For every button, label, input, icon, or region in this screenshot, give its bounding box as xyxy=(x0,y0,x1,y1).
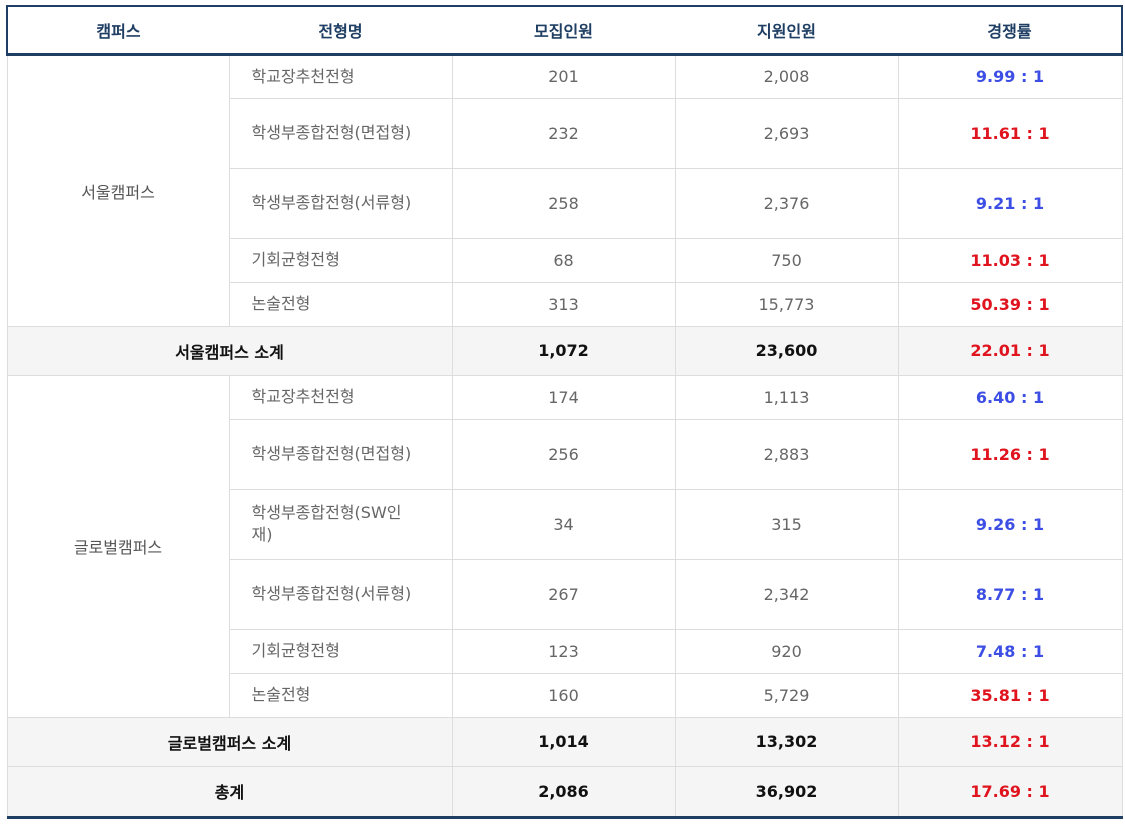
table-header-row: 캠퍼스 전형명 모집인원 지원인원 경쟁률 xyxy=(6,5,1123,56)
track-name: 학생부종합전형(SW인재) xyxy=(228,488,453,560)
track-name: 학교장추천전형 xyxy=(228,374,453,420)
subtotal-applicants: 13,302 xyxy=(674,716,899,767)
campus-name-global: 글로벌캠퍼스 xyxy=(6,374,230,718)
ratio-value: 7.48 : 1 xyxy=(897,628,1123,674)
ratio-value: 9.26 : 1 xyxy=(897,488,1123,560)
track-name: 학생부종합전형(면접형) xyxy=(228,97,453,169)
applicants-value: 2,693 xyxy=(674,97,899,169)
quota-value: 256 xyxy=(451,418,676,490)
total-label: 총계 xyxy=(6,765,453,819)
ratio-value: 8.77 : 1 xyxy=(897,558,1123,630)
track-name: 논술전형 xyxy=(228,281,453,327)
subtotal-ratio: 13.12 : 1 xyxy=(897,716,1123,767)
total-quota: 2,086 xyxy=(451,765,676,819)
ratio-value: 50.39 : 1 xyxy=(897,281,1123,327)
table-row: 서울캠퍼스 학교장추천전형 201 2,008 9.99 : 1 xyxy=(6,53,1123,327)
total-applicants: 36,902 xyxy=(674,765,899,819)
header-quota: 모집인원 xyxy=(452,5,675,56)
table-row: 글로벌캠퍼스 학교장추천전형 174 1,113 6.40 : 1 xyxy=(6,374,1123,718)
ratio-value: 9.21 : 1 xyxy=(897,167,1123,239)
applicants-value: 2,008 xyxy=(674,53,899,99)
applicants-value: 15,773 xyxy=(674,281,899,327)
subtotal-label: 글로벌캠퍼스 소계 xyxy=(6,716,453,767)
quota-value: 201 xyxy=(451,53,676,99)
quota-value: 68 xyxy=(451,237,676,283)
track-name: 논술전형 xyxy=(228,672,453,718)
subtotal-quota: 1,072 xyxy=(451,325,676,376)
applicants-value: 920 xyxy=(674,628,899,674)
track-name: 학생부종합전형(서류형) xyxy=(228,558,453,630)
total-ratio: 17.69 : 1 xyxy=(897,765,1123,819)
ratio-value: 11.61 : 1 xyxy=(897,97,1123,169)
track-name: 학교장추천전형 xyxy=(228,53,453,99)
applicants-value: 5,729 xyxy=(674,672,899,718)
ratio-value: 35.81 : 1 xyxy=(897,672,1123,718)
quota-value: 232 xyxy=(451,97,676,169)
track-name: 기회균형전형 xyxy=(228,628,453,674)
ratio-value: 6.40 : 1 xyxy=(897,374,1123,420)
applicants-value: 2,342 xyxy=(674,558,899,630)
track-name: 학생부종합전형(면접형) xyxy=(228,418,453,490)
track-name: 기회균형전형 xyxy=(228,237,453,283)
header-track: 전형명 xyxy=(229,5,452,56)
subtotal-label: 서울캠퍼스 소계 xyxy=(6,325,453,376)
competition-table-container: 캠퍼스 전형명 모집인원 지원인원 경쟁률 서울캠퍼스 학교장추천전형 201 … xyxy=(6,5,1123,819)
quota-value: 313 xyxy=(451,281,676,327)
subtotal-ratio: 22.01 : 1 xyxy=(897,325,1123,376)
subtotal-quota: 1,014 xyxy=(451,716,676,767)
quota-value: 267 xyxy=(451,558,676,630)
subtotal-row-seoul: 서울캠퍼스 소계 1,072 23,600 22.01 : 1 xyxy=(6,325,1123,376)
subtotal-row-global: 글로벌캠퍼스 소계 1,014 13,302 13.12 : 1 xyxy=(6,716,1123,767)
ratio-value: 11.26 : 1 xyxy=(897,418,1123,490)
quota-value: 258 xyxy=(451,167,676,239)
subtotal-applicants: 23,600 xyxy=(674,325,899,376)
header-applicants: 지원인원 xyxy=(675,5,898,56)
applicants-value: 2,376 xyxy=(674,167,899,239)
competition-rate-table: 캠퍼스 전형명 모집인원 지원인원 경쟁률 서울캠퍼스 학교장추천전형 201 … xyxy=(6,5,1123,819)
applicants-value: 2,883 xyxy=(674,418,899,490)
ratio-value: 11.03 : 1 xyxy=(897,237,1123,283)
applicants-value: 1,113 xyxy=(674,374,899,420)
ratio-value: 9.99 : 1 xyxy=(897,53,1123,99)
grand-total-row: 총계 2,086 36,902 17.69 : 1 xyxy=(6,765,1123,819)
quota-value: 174 xyxy=(451,374,676,420)
campus-name-seoul: 서울캠퍼스 xyxy=(6,53,230,327)
quota-value: 160 xyxy=(451,672,676,718)
track-name: 학생부종합전형(서류형) xyxy=(228,167,453,239)
quota-value: 34 xyxy=(451,488,676,560)
header-campus: 캠퍼스 xyxy=(6,5,229,56)
header-ratio: 경쟁률 xyxy=(898,5,1123,56)
applicants-value: 315 xyxy=(674,488,899,560)
applicants-value: 750 xyxy=(674,237,899,283)
quota-value: 123 xyxy=(451,628,676,674)
